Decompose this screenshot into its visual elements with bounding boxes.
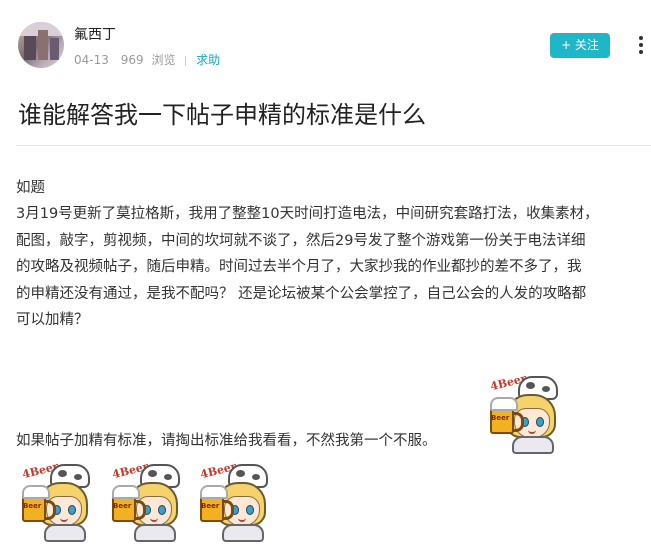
post-header: 氟西丁 04-13 969 浏览 求助 + 关注 [0, 0, 651, 78]
body-line: 配图，敲字，剪视频，中间的坎坷就不谈了，然后29号发了整个游戏第一份关于电法详细 [16, 232, 586, 249]
body-line: 可以加精？ [16, 312, 89, 329]
beer-sticker-icon: 4Beer Beer [20, 460, 96, 544]
sticker-eye [536, 417, 544, 427]
mug-label: Beer [113, 502, 132, 510]
sticker-body [222, 524, 264, 542]
avatar-building [50, 38, 59, 60]
avatar-building [38, 30, 48, 60]
post-title: 谁能解答我一下帖子申精的标准是什么 [18, 101, 426, 129]
sticker-body [134, 524, 176, 542]
sticker-eye [158, 505, 166, 515]
sticker-body [44, 524, 86, 542]
dot [639, 36, 643, 40]
post-category-tag[interactable]: 求助 [196, 53, 220, 67]
meta-divider [185, 55, 187, 66]
post-meta: 04-13 969 浏览 求助 [74, 51, 220, 68]
post-body: 如题 3月19号更新了莫拉格斯，我用了整整10天时间打造电法，中间研究套路打法，… [16, 175, 651, 333]
divider [16, 145, 651, 146]
dot [639, 43, 643, 47]
body-line: 如题 [16, 180, 45, 196]
user-avatar[interactable] [18, 22, 64, 68]
sticker-body [512, 436, 554, 454]
mug-label: Beer [201, 502, 220, 510]
username[interactable]: 氟西丁 [74, 24, 116, 44]
body-line: 的攻略及视频帖子，随后申精。时间过去半个月了，大家抄我的作业都抄的差不多了，我 [16, 259, 582, 276]
dot [639, 50, 643, 54]
more-options-icon[interactable] [634, 34, 648, 58]
body-line: 的申精还没有通过，是我不配吗？ 还是论坛被某个公会掌控了，自己公会的人发的攻略都 [16, 285, 587, 302]
beer-sticker-icon: 4Beer Beer [198, 460, 274, 544]
avatar-building [24, 36, 36, 60]
body-line: 3月19号更新了莫拉格斯，我用了整整10天时间打造电法，中间研究套路打法，收集素… [16, 206, 599, 223]
closing-line: 如果帖子加精有标准，请掏出标准给我看看，不然我第一个不服。 [16, 433, 437, 449]
sticker-eye [246, 505, 254, 515]
view-label: 浏览 [151, 53, 176, 67]
post-date: 04-13 [74, 53, 109, 67]
beer-sticker-icon: 4Beer Beer [110, 460, 186, 544]
mug-label: Beer [491, 414, 510, 422]
beer-sticker-icon: 4Beer Beer [488, 372, 564, 456]
follow-button[interactable]: + 关注 [550, 33, 610, 58]
sticker-eye [68, 505, 76, 515]
view-count: 969 [120, 53, 144, 67]
mug-label: Beer [23, 502, 42, 510]
